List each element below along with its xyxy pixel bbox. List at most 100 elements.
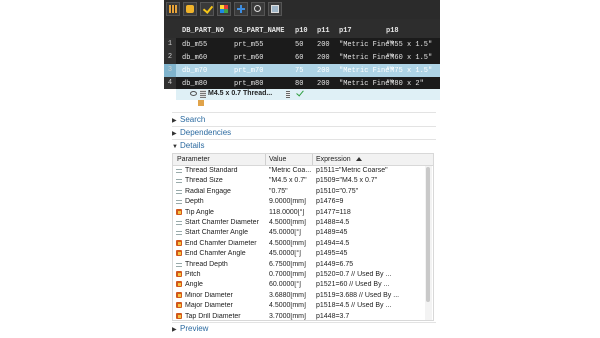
cell-os-part-name[interactable]: prt_m70 <box>234 67 263 75</box>
cell-p11[interactable]: 200 <box>317 41 330 49</box>
cell-p18[interactable]: "M80 x 2" <box>386 80 424 88</box>
cell-p10[interactable]: 75 <box>295 67 303 75</box>
expression-cell[interactable]: p1449=6.75 <box>316 261 424 268</box>
details-row[interactable]: Tip Angle 118.0000[°] p1477=118 <box>173 208 425 218</box>
color-button[interactable] <box>217 2 231 16</box>
value-cell[interactable]: "M4.5 x 0.7" <box>269 177 311 184</box>
expression-cell[interactable]: p1509="M4.5 x 0.7" <box>316 177 424 184</box>
cell-db-part-no[interactable]: db_m60 <box>182 54 207 62</box>
column-divider[interactable] <box>265 154 266 165</box>
details-row[interactable]: End Chamfer Angle 45.0000[°] p1495=45 <box>173 249 425 259</box>
expression-cell[interactable]: p1510="0.75" <box>316 188 424 195</box>
details-row[interactable]: End Chamfer Diameter 4.5000[mm] p1494=4.… <box>173 239 425 249</box>
value-cell[interactable]: 45.0000[°] <box>269 229 311 236</box>
column-header[interactable]: p17 <box>339 27 352 35</box>
column-header[interactable]: p18 <box>386 27 399 35</box>
value-cell[interactable]: 45.0000[°] <box>269 250 311 257</box>
details-row[interactable]: Depth 9.0000[mm] p1476=9 <box>173 197 425 207</box>
cell-db-part-no[interactable]: db_m70 <box>182 67 207 75</box>
details-row[interactable]: Radial Engage "0.75" p1510="0.75" <box>173 187 425 197</box>
details-row[interactable]: Thread Size "M4.5 x 0.7" p1509="M4.5 x 0… <box>173 176 425 186</box>
value-cell[interactable]: 118.0000[°] <box>269 209 311 216</box>
tree-row-thread[interactable]: M4.5 x 0.7 Thread... <box>176 88 440 100</box>
details-row[interactable]: Start Chamfer Diameter 4.5000[mm] p1488=… <box>173 218 425 228</box>
cell-p18[interactable]: "M55 x 1.5" <box>386 41 432 49</box>
cell-p18[interactable]: "M75 x 1.5" <box>386 67 432 75</box>
details-row[interactable]: Angle 60.0000[°] p1521=60 // Used By ... <box>173 280 425 290</box>
cell-os-part-name[interactable]: prt_m55 <box>234 41 263 49</box>
column-divider[interactable] <box>312 154 313 165</box>
cell-db-part-no[interactable]: db_m55 <box>182 41 207 49</box>
details-row[interactable]: Start Chamfer Angle 45.0000[°] p1489=45 <box>173 228 425 238</box>
value-column-header[interactable]: Value <box>269 156 286 163</box>
cell-p11[interactable]: 200 <box>317 80 330 88</box>
expression-cell[interactable]: p1476=9 <box>316 198 424 205</box>
column-header[interactable]: p11 <box>317 27 330 35</box>
cell-os-part-name[interactable]: prt_m80 <box>234 80 263 88</box>
details-row[interactable]: Pitch 0.7000[mm] p1520=0.7 // Used By ..… <box>173 270 425 280</box>
details-row[interactable]: Thread Standard "Metric Coa... p1511="Me… <box>173 166 425 176</box>
expression-cell[interactable]: p1520=0.7 // Used By ... <box>316 271 424 278</box>
column-header[interactable]: p10 <box>295 27 308 35</box>
value-cell[interactable]: 60.0000[°] <box>269 281 311 288</box>
details-section-header[interactable]: ▼ Details <box>172 141 204 152</box>
cell-p11[interactable]: 200 <box>317 54 330 62</box>
cell-os-part-name[interactable]: prt_m60 <box>234 54 263 62</box>
cell-p10[interactable]: 50 <box>295 41 303 49</box>
paint-button[interactable] <box>183 2 197 16</box>
expression-cell[interactable]: p1519=3.688 // Used By ... <box>316 292 424 299</box>
cell-p10[interactable]: 80 <box>295 80 303 88</box>
expression-cell[interactable]: p1477=118 <box>316 209 424 216</box>
parameter-column-header[interactable]: Parameter <box>177 156 210 163</box>
value-cell[interactable]: 4.5000[mm] <box>269 240 311 247</box>
value-cell[interactable]: 4.5000[mm] <box>269 219 311 226</box>
eye-icon[interactable] <box>190 91 197 96</box>
parameter-cell: Start Chamfer Diameter <box>185 219 259 226</box>
expression-column-header[interactable]: Expression <box>316 156 351 163</box>
export-button[interactable] <box>268 2 282 16</box>
expression-cell[interactable]: p1489=45 <box>316 229 424 236</box>
table-row[interactable]: 1 db_m55 prt_m55 50 200 "Metric Fine" "M… <box>164 38 440 51</box>
value-cell[interactable]: 9.0000[mm] <box>269 198 311 205</box>
details-row[interactable]: Tap Drill Diameter 3.7000[mm] p1448=3.7 <box>173 312 425 322</box>
cell-db-part-no[interactable]: db_m80 <box>182 80 207 88</box>
scrollbar-thumb[interactable] <box>426 167 430 302</box>
dependencies-section-header[interactable]: ▶ Dependencies <box>172 128 231 139</box>
expression-cell[interactable]: p1511="Metric Coarse" <box>316 167 424 174</box>
cell-p10[interactable]: 60 <box>295 54 303 62</box>
expression-cell[interactable]: p1488=4.5 <box>316 219 424 226</box>
accept-button[interactable] <box>200 2 214 16</box>
table-row-selected[interactable]: 3 db_m70 prt_m70 75 200 "Metric Fine" "M… <box>164 64 440 77</box>
value-cell[interactable]: "0.75" <box>269 188 311 195</box>
value-cell[interactable]: 3.7000[mm] <box>269 313 311 320</box>
tree-feature-label: M4.5 x 0.7 Thread... <box>208 90 273 97</box>
value-cell[interactable]: 4.5000[mm] <box>269 302 311 309</box>
table-view-button[interactable] <box>166 2 180 16</box>
cell-p18[interactable]: "M60 x 1.5" <box>386 54 432 62</box>
value-cell[interactable]: 0.7000[mm] <box>269 271 311 278</box>
details-row[interactable]: Major Diameter 4.5000[mm] p1518=4.5 // U… <box>173 301 425 311</box>
expression-cell[interactable]: p1494=4.5 <box>316 240 424 247</box>
equals-icon <box>176 179 182 184</box>
value-cell[interactable]: 3.6880[mm] <box>269 292 311 299</box>
search-section-header[interactable]: ▶ Search <box>172 115 205 126</box>
tools-button[interactable] <box>251 2 265 16</box>
parameter-cell: Tap Drill Diameter <box>185 312 241 320</box>
add-button[interactable] <box>234 2 248 16</box>
expression-cell[interactable]: p1448=3.7 <box>316 313 424 320</box>
column-header[interactable]: DB_PART_NO <box>182 27 224 35</box>
cell-p11[interactable]: 200 <box>317 67 330 75</box>
details-row[interactable]: Minor Diameter 3.6880[mm] p1519=3.688 //… <box>173 291 425 301</box>
table-row[interactable]: 2 db_m60 prt_m60 60 200 "Metric Fine" "M… <box>164 51 440 64</box>
expression-cell[interactable]: p1521=60 // Used By ... <box>316 281 424 288</box>
details-row[interactable]: Thread Depth 6.7500[mm] p1449=6.75 <box>173 260 425 270</box>
table-row[interactable]: 4 db_m80 prt_m80 80 200 "Metric Fine" "M… <box>164 77 440 89</box>
vertical-scrollbar[interactable] <box>425 166 432 320</box>
column-header[interactable]: OS_PART_NAME <box>234 27 284 35</box>
equals-icon <box>176 200 182 205</box>
value-cell[interactable]: "Metric Coa... <box>269 167 311 174</box>
expression-cell[interactable]: p1495=45 <box>316 250 424 257</box>
value-cell[interactable]: 6.7500[mm] <box>269 261 311 268</box>
expression-cell[interactable]: p1518=4.5 // Used By ... <box>316 302 424 309</box>
preview-section-header[interactable]: ▶ Preview <box>172 324 208 335</box>
